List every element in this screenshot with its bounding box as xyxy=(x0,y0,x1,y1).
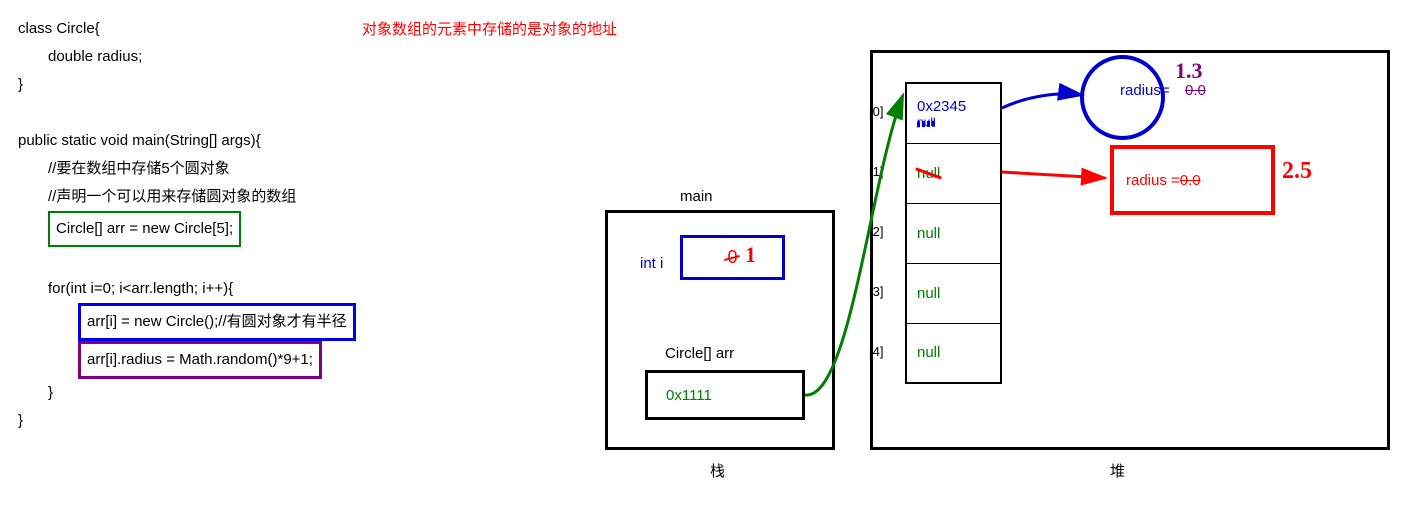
array-cell: [1] null xyxy=(906,143,1001,203)
blank-line xyxy=(18,247,356,275)
heap-array: [0] 0x2345 null [1] null [2] null [3] nu… xyxy=(905,82,1002,384)
array-cell: [2] null xyxy=(906,203,1001,263)
diagram-title: 对象数组的元素中存储的是对象的地址 xyxy=(362,18,617,39)
highlight-purple: arr[i].radius = Math.random()*9+1; xyxy=(78,341,322,379)
array-cell-value: null xyxy=(917,285,940,302)
array-index: [0] xyxy=(869,104,883,119)
circle-radius-old: 0.0 xyxy=(1185,82,1206,99)
stack-footer-label: 栈 xyxy=(710,460,725,481)
array-index: [3] xyxy=(869,284,883,299)
red-radius-old: 0.0 xyxy=(1180,172,1201,189)
highlight-blue: arr[i] = new Circle();//有圆对象才有半径 xyxy=(78,303,356,341)
heap-footer-label: 堆 xyxy=(1110,460,1125,481)
stack-var-i-old: 0 xyxy=(727,247,737,268)
circle-radius-new: 1.3 xyxy=(1175,58,1203,84)
array-cell: [4] null xyxy=(906,323,1001,383)
array-cell-address: 0x2345 xyxy=(917,98,1000,115)
array-index: [2] xyxy=(869,224,883,239)
array-index: [1] xyxy=(869,164,883,179)
array-cell-value: null xyxy=(917,225,940,242)
array-cell: [0] 0x2345 null xyxy=(906,83,1001,143)
array-index: [4] xyxy=(869,344,883,359)
stack-frame-title: main xyxy=(680,188,713,205)
code-line: } xyxy=(18,407,356,435)
stack-var-label: Circle[] arr xyxy=(665,345,734,362)
stack-var-arr-box: 0x1111 xyxy=(645,370,805,420)
red-radius-label: radius = xyxy=(1126,172,1180,189)
code-line: class Circle{ xyxy=(18,15,356,43)
array-cell-old-null: null xyxy=(917,115,936,129)
stack-var-arr-value: 0x1111 xyxy=(666,387,712,404)
heap-red-object: radius = 0.0 xyxy=(1110,145,1275,215)
code-line: } xyxy=(18,71,356,99)
stack-var-i-new: 1 xyxy=(745,242,756,268)
red-radius-new: 2.5 xyxy=(1282,158,1312,185)
code-comment: //要在数组中存储5个圆对象 xyxy=(18,155,356,183)
code-comment: //声明一个可以用来存储圆对象的数组 xyxy=(18,183,356,211)
code-line: } xyxy=(18,379,356,407)
code-line: double radius; xyxy=(18,43,356,71)
array-cell-null-struck: null xyxy=(917,165,940,182)
circle-radius-label: radius= xyxy=(1120,82,1170,99)
highlight-green: Circle[] arr = new Circle[5]; xyxy=(48,211,241,247)
code-block: class Circle{ double radius; } public st… xyxy=(18,15,356,435)
stack-var-label: int i xyxy=(640,255,663,272)
code-line: public static void main(String[] args){ xyxy=(18,127,356,155)
blank-line xyxy=(18,99,356,127)
stack-var-i-box: 0 xyxy=(680,235,785,280)
array-cell-value: null xyxy=(917,344,940,361)
code-line: for(int i=0; i<arr.length; i++){ xyxy=(18,275,356,303)
array-cell: [3] null xyxy=(906,263,1001,323)
